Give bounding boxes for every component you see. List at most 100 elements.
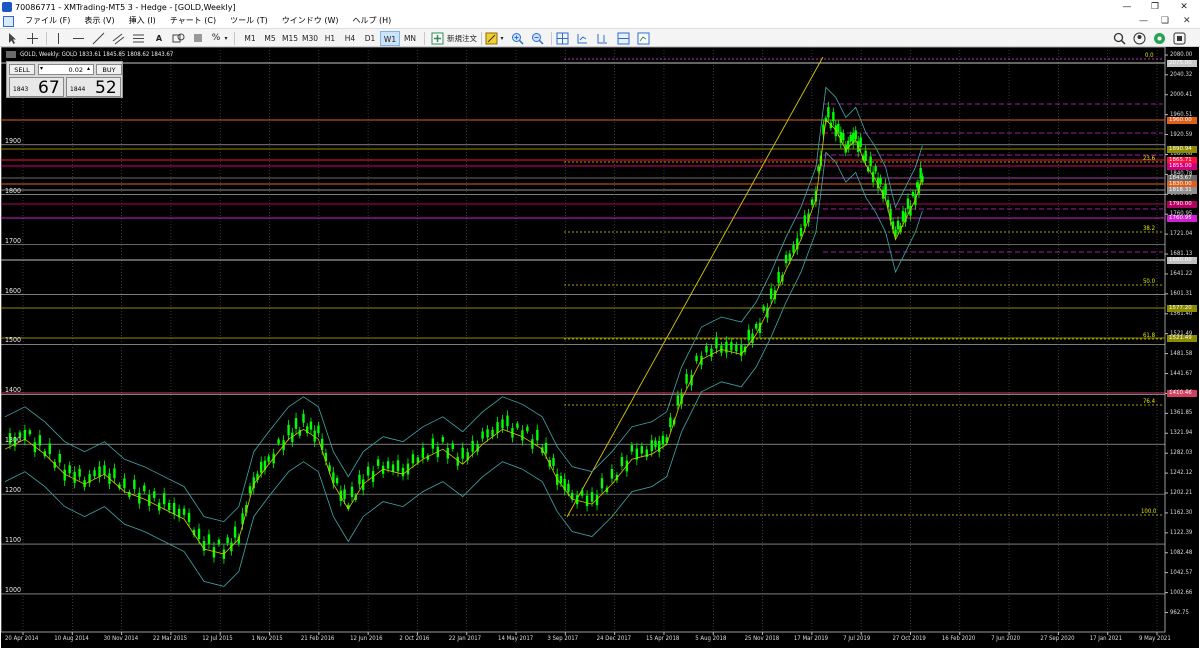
account-icon[interactable]	[1133, 32, 1146, 45]
candle-body	[207, 534, 211, 545]
menu-file[interactable]: ファイル (F)	[18, 14, 77, 28]
volume-down-icon[interactable]: ▾	[40, 65, 43, 72]
candle-body	[803, 215, 806, 227]
candle-body	[309, 421, 313, 430]
volume-input[interactable]: 0.02	[38, 64, 94, 75]
candle-body	[98, 466, 101, 478]
price-level-tag: 1790.00	[1167, 201, 1197, 208]
candle-body	[182, 508, 186, 515]
price-axis-label: 1042.57	[1170, 568, 1193, 576]
tf-h1[interactable]: H1	[320, 31, 340, 46]
window-title: 70086771 - XMTrading-MT5 3 - Hedge - [GO…	[15, 2, 236, 12]
buy-button[interactable]: BUY	[96, 64, 122, 75]
dropdown-arrow-icon[interactable]: ▾	[222, 31, 230, 46]
candle-body	[600, 478, 604, 489]
price-axis-label: 1361.85	[1170, 409, 1193, 417]
tf-m5[interactable]: M5	[260, 31, 280, 46]
chart-window-icon[interactable]	[3, 15, 14, 27]
tf-mn[interactable]: MN	[400, 31, 420, 46]
candle-body	[163, 493, 166, 505]
zoom-out-icon[interactable]	[531, 32, 544, 45]
tf-w1[interactable]: W1	[380, 31, 400, 46]
time-axis-label: 25 Nov 2018	[744, 635, 780, 642]
trendline-icon[interactable]	[92, 32, 105, 45]
horizontal-line-icon[interactable]	[72, 32, 85, 45]
price-axis-label: 2000.41	[1170, 90, 1193, 98]
new-order-icon[interactable]	[431, 32, 444, 45]
candle-body	[536, 429, 539, 441]
zoom-in-icon[interactable]	[511, 32, 524, 45]
signal-icon[interactable]	[1153, 32, 1166, 45]
fibonacci-level-label: 50.0	[1143, 278, 1156, 285]
menu-window[interactable]: ウインドウ (W)	[275, 14, 346, 28]
candle-body	[441, 437, 444, 442]
candle-body	[610, 469, 614, 479]
maximize-icon[interactable]: ❐	[1141, 0, 1169, 14]
candle-body	[859, 137, 862, 148]
time-axis-label: 24 Dec 2017	[596, 635, 632, 642]
price-level-tag: 1521.49	[1167, 335, 1197, 342]
candle-body	[521, 430, 524, 441]
candle-body	[187, 512, 191, 523]
time-axis-label: 30 Nov 2014	[103, 635, 139, 642]
candle-body	[590, 492, 594, 502]
fibonacci-icon[interactable]	[132, 32, 145, 45]
algo-dropdown-icon[interactable]: ▾	[498, 31, 506, 46]
candle-body	[335, 478, 339, 484]
menu-help[interactable]: ヘルプ (H)	[345, 14, 398, 28]
mdi-minimize-icon[interactable]: —	[1139, 14, 1148, 28]
crosshair-icon[interactable]	[26, 32, 39, 45]
candle-body	[58, 453, 61, 463]
cursor-icon[interactable]	[6, 32, 19, 45]
templates-icon[interactable]	[637, 32, 650, 45]
tf-h4[interactable]: H4	[340, 31, 360, 46]
tf-m30[interactable]: M30	[300, 31, 320, 46]
sell-price-box[interactable]: 1843 67	[9, 77, 64, 98]
percent-icon[interactable]: %	[211, 31, 221, 46]
sell-button[interactable]: SELL	[9, 64, 35, 75]
vertical-line-icon[interactable]	[52, 32, 65, 45]
menu-view[interactable]: 表示 (V)	[77, 14, 121, 28]
candle-body	[777, 272, 780, 283]
chart-shift-icon[interactable]	[596, 32, 609, 45]
autoscroll-icon[interactable]	[576, 32, 589, 45]
menu-insert[interactable]: 挿入 (I)	[122, 14, 163, 28]
chart-header: GOLD, Weekly: GOLD 1833.61 1845.85 1808.…	[20, 51, 174, 58]
channel-icon[interactable]	[112, 32, 125, 45]
round-number-level-label: 1300	[5, 436, 22, 445]
tf-m15[interactable]: M15	[280, 31, 300, 46]
tile-windows-icon[interactable]	[617, 32, 630, 45]
candle-body	[620, 457, 624, 466]
candle-body	[501, 419, 504, 429]
mdi-close-icon[interactable]: ✕	[1183, 14, 1191, 28]
candle-body	[38, 435, 42, 446]
price-chart[interactable]: 2080.00 2040.32 2000.41 1960.51 1920.59 1880.…	[1, 47, 1199, 648]
price-level-tag: 1855.00	[1167, 163, 1197, 170]
arrows-icon[interactable]	[192, 32, 205, 45]
candle-body	[792, 244, 795, 253]
menu-chart[interactable]: チャート (C)	[163, 14, 223, 28]
candle-body	[260, 461, 263, 473]
text-tool-icon[interactable]: A	[153, 31, 165, 46]
close-icon[interactable]: ✕	[1170, 0, 1198, 14]
shapes-icon[interactable]	[172, 32, 185, 45]
tf-d1[interactable]: D1	[360, 31, 380, 46]
time-axis-label: 14 May 2017	[498, 635, 534, 642]
minimize-icon[interactable]: —	[1113, 0, 1141, 14]
search-icon[interactable]	[1113, 32, 1126, 45]
time-axis-label: 15 Apr 2018	[645, 635, 680, 642]
buy-price-box[interactable]: 1844 52	[66, 77, 121, 98]
volume-up-icon[interactable]: ▴	[87, 65, 90, 72]
candle-body	[451, 443, 454, 449]
market-icon[interactable]	[1173, 32, 1186, 45]
chart-grid-icon[interactable]	[556, 32, 569, 45]
time-axis-label: 22 Jan 2017	[448, 635, 482, 642]
time-axis-label: 10 Aug 2014	[54, 635, 89, 642]
mdi-restore-icon[interactable]: ❏	[1161, 14, 1169, 28]
tf-m1[interactable]: M1	[240, 31, 260, 46]
new-order-button[interactable]: 新規注文	[445, 31, 479, 46]
sell-price-small: 1843	[13, 86, 29, 93]
algo-trading-icon[interactable]	[485, 32, 498, 45]
menu-tools[interactable]: ツール (T)	[223, 14, 275, 28]
trendline	[566, 56, 824, 518]
